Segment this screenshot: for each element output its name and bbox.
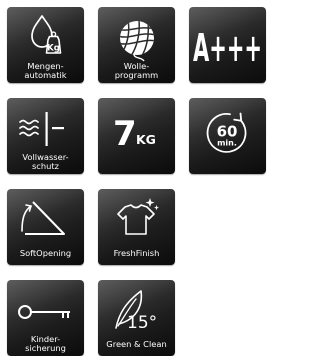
feature-label-freshfinish: FreshFinish (113, 248, 160, 258)
feature-label-softopening: SoftOpening (19, 248, 72, 258)
green-clean-temperature: 15° (127, 313, 157, 333)
energy-class-text: A+++ (193, 26, 262, 70)
feature-label-kindersicherung: Kinder- sicherung (25, 334, 66, 353)
feature-label-vollwasserschutz: Vollwasser- schutz (22, 152, 69, 171)
timer-icon: 60 min. (206, 112, 247, 153)
weight-unit-label: Kg (47, 43, 60, 53)
feature-tile-energy: A+++ (189, 7, 266, 83)
feature-tile-vollwasserschutz: Vollwasser- schutz (7, 98, 84, 174)
feature-tile-kindersicherung: Kinder- sicherung (7, 280, 84, 356)
feature-tile-wolleprogramm: Wolle- programm (98, 7, 175, 83)
feature-tile-mengenautomatik: Kg Mengen- automatik (7, 7, 84, 83)
feature-label-mengenautomatik: Mengen- automatik (24, 61, 67, 80)
capacity-value: 7 (113, 114, 137, 154)
feature-label-greenclean: Green & Clean (106, 339, 167, 349)
timer-unit: min. (217, 139, 237, 148)
feature-tile-capacity: 7 KG (98, 98, 175, 174)
capacity-icon: 7 KG (113, 114, 156, 154)
feature-tile-quick: 60 min. (189, 98, 266, 174)
feature-tile-freshfinish: FreshFinish (98, 189, 175, 265)
feature-tile-softopening: SoftOpening (7, 189, 84, 265)
energy-class-icon: A+++ (193, 26, 262, 70)
feature-label-wolleprogramm: Wolle- programm (114, 61, 159, 80)
capacity-unit: KG (136, 132, 156, 147)
feature-tile-greenclean: 15° Green & Clean (98, 280, 175, 356)
